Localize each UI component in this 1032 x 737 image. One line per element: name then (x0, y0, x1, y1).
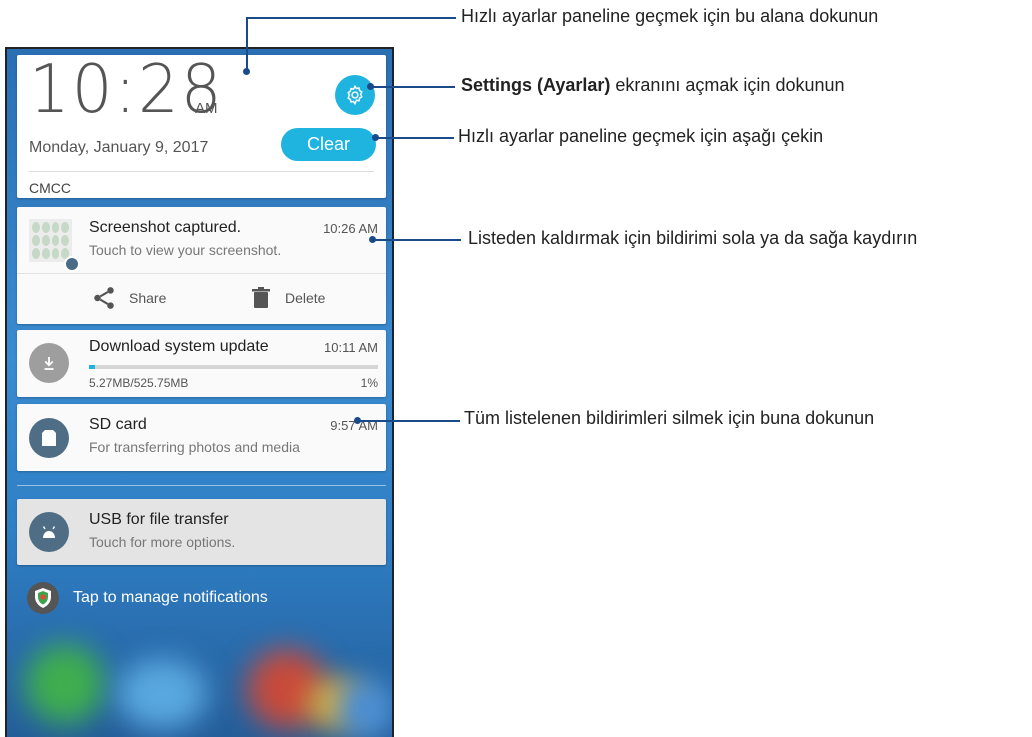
android-icon (29, 512, 69, 552)
divider (17, 485, 386, 486)
callout-dot (369, 236, 376, 243)
notification-download[interactable]: Download system update 10:11 AM 5.27MB/5… (17, 330, 386, 397)
callout-dot (367, 83, 374, 90)
download-progress-bar (89, 365, 378, 369)
clock: 10:28 (29, 51, 224, 129)
divider (29, 171, 374, 172)
gear-icon (347, 84, 363, 106)
callout-settings-bold: Settings (Ayarlar) (461, 75, 611, 95)
notification-subtitle: For transferring photos and media (89, 439, 300, 455)
notification-title: SD card (89, 416, 147, 433)
notification-subtitle: Touch for more options. (89, 534, 236, 550)
clear-button[interactable]: Clear (281, 128, 376, 161)
screenshot-thumbnail (29, 219, 72, 262)
notification-usb[interactable]: USB for file transfer Touch for more opt… (17, 499, 386, 565)
trash-icon (252, 287, 270, 308)
callout-settings: Settings (Ayarlar) ekranını açmak için d… (461, 75, 845, 96)
callout-line (358, 420, 460, 422)
notification-sdcard[interactable]: SD card For transferring photos and medi… (17, 404, 386, 471)
notification-screenshot[interactable]: Screenshot captured. Touch to view your … (17, 207, 386, 324)
notification-header[interactable]: 10:28 AM Monday, January 9, 2017 CMCC Cl… (17, 51, 386, 198)
delete-label: Delete (285, 290, 326, 306)
callout-clear-all: Tüm listelenen bildirimleri silmek için … (464, 408, 875, 428)
shield-icon (27, 582, 59, 614)
wallpaper-app-blur (25, 644, 105, 724)
wallpaper-app-blur (337, 679, 392, 737)
download-icon (29, 343, 69, 383)
share-icon (94, 287, 114, 309)
settings-button[interactable] (335, 75, 375, 115)
callout-swipe-remove: Listeden kaldırmak için bildirimi sola y… (468, 228, 918, 248)
callout-line (376, 137, 454, 139)
phone-screen: 10:28 AM Monday, January 9, 2017 CMCC Cl… (5, 47, 394, 737)
notification-time: 10:26 AM (323, 221, 378, 236)
callout-line (246, 17, 248, 71)
date: Monday, January 9, 2017 (29, 139, 209, 156)
download-percent: 1% (360, 376, 378, 390)
callout-quick-settings-pull: Hızlı ayarlar paneline geçmek için aşağı… (458, 126, 824, 146)
divider (17, 273, 386, 274)
sdcard-icon (29, 418, 69, 458)
delete-button[interactable]: Delete (249, 285, 325, 311)
share-label: Share (129, 290, 167, 306)
carrier-name: CMCC (29, 180, 71, 196)
callout-line (373, 239, 461, 241)
download-size: 5.27MB/525.75MB (89, 376, 189, 390)
callout-dot (354, 417, 361, 424)
manage-notifications-button[interactable]: Tap to manage notifications (27, 582, 268, 614)
notification-time: 10:11 AM (324, 340, 378, 355)
wallpaper-app-blur (117, 659, 207, 729)
image-badge-icon (64, 256, 80, 272)
notification-title: Download system update (89, 338, 269, 355)
notification-title: USB for file transfer (89, 511, 229, 528)
callout-line (371, 86, 455, 88)
share-button[interactable]: Share (91, 285, 166, 311)
download-progress-fill (89, 365, 95, 369)
callout-line (246, 17, 456, 19)
callout-quick-settings-tap: Hızlı ayarlar paneline geçmek için bu al… (461, 6, 879, 26)
notification-subtitle: Touch to view your screenshot. (89, 242, 282, 258)
clock-ampm: AM (195, 100, 218, 117)
callout-settings-rest: ekranını açmak için dokunun (610, 75, 845, 95)
callout-dot (372, 134, 379, 141)
notification-title: Screenshot captured. (89, 219, 242, 236)
callout-dot (243, 68, 250, 75)
manage-notifications-label: Tap to manage notifications (73, 589, 268, 606)
